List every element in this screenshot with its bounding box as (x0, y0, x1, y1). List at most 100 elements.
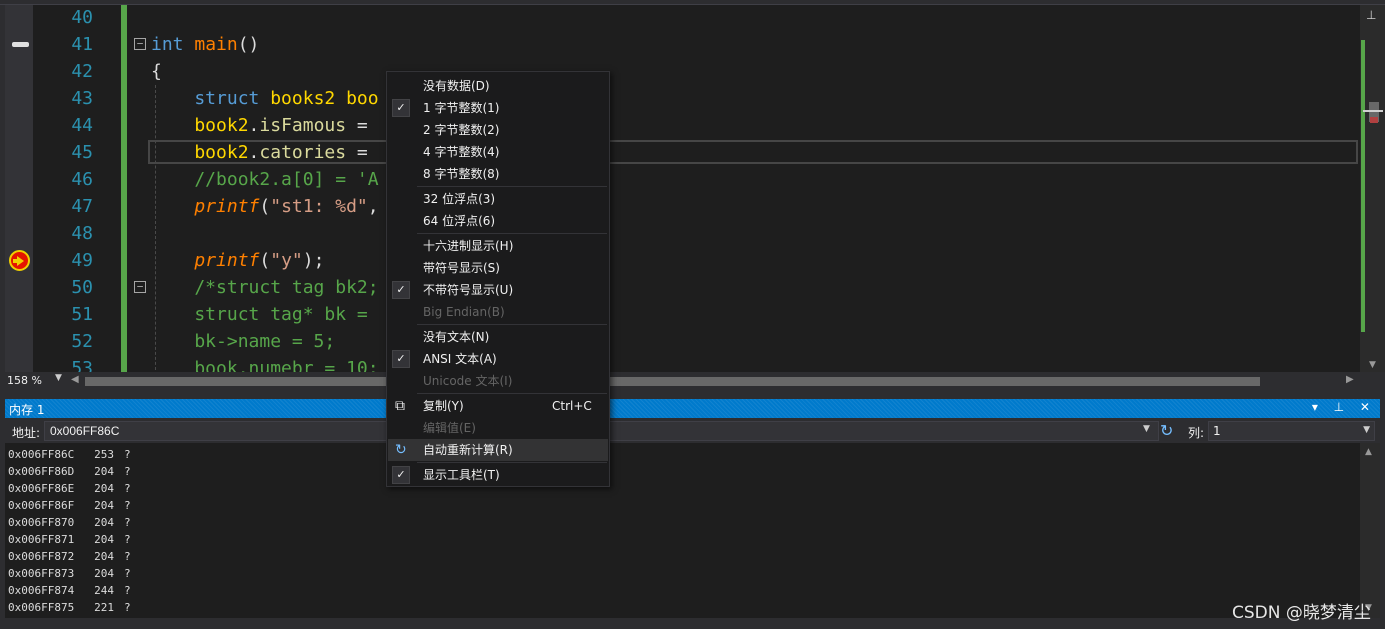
code-line[interactable]: struct books2 boo (151, 85, 378, 112)
memory-toolbar: 地址: 0x006FF86C ▼ ↻ 列: 1 ▼ (5, 420, 1380, 443)
code-token: book2 (151, 142, 249, 163)
memory-value[interactable]: 204 (90, 514, 114, 531)
memory-grid[interactable]: 0x006FF86C 253? 0x006FF86D 204? 0x006FF86E 20… (5, 443, 1360, 618)
code-line[interactable]: book2.isFamous = (151, 112, 367, 139)
menu-item[interactable]: ✓ ANSI 文本(A) (388, 348, 608, 370)
code-token: () (237, 34, 260, 55)
glyph-margin[interactable] (5, 5, 33, 372)
code-line[interactable]: printf("y"); (151, 247, 324, 274)
memory-value[interactable]: 244 (90, 582, 114, 599)
menu-item[interactable]: ↻ 自动重新计算(R) (388, 439, 608, 461)
memory-row[interactable]: 0x006FF870 204? (8, 514, 131, 531)
memory-char[interactable]: ? (124, 482, 131, 495)
memory-value[interactable]: 221 (90, 599, 114, 616)
window-controls[interactable]: ▾ ⊥ ✕ (1312, 400, 1376, 414)
menu-item-label: Unicode 文本(I) (423, 374, 513, 388)
memory-row[interactable]: 0x006FF875 221? (8, 599, 131, 616)
memory-row[interactable]: 0x006FF871 204? (8, 531, 131, 548)
line-numbers: 40 41 42 43 44 45 46 47 48 49 50 51 52 53 (33, 5, 93, 372)
chevron-down-icon[interactable]: ▼ (55, 373, 62, 383)
memory-char[interactable]: ? (124, 584, 131, 597)
chevron-down-icon[interactable]: ▼ (1143, 424, 1150, 434)
menu-item[interactable]: 带符号显示(S) (388, 257, 608, 279)
memory-value[interactable]: 253 (90, 446, 114, 463)
memory-row[interactable]: 0x006FF86E 204? (8, 480, 131, 497)
menu-item[interactable]: ✓ 不带符号显示(U) (388, 279, 608, 301)
collapse-toggle-icon[interactable]: − (134, 38, 146, 50)
memory-address: 0x006FF86E (8, 482, 75, 495)
code-line[interactable]: bk->name = 5; (151, 328, 335, 355)
menu-item[interactable]: 8 字节整数(8) (388, 163, 608, 185)
code-line[interactable]: book2.catories = (151, 139, 367, 166)
memory-value[interactable]: 204 (90, 463, 114, 480)
memory-char[interactable]: ? (124, 516, 131, 529)
menu-item-label: 显示工具栏(T) (423, 468, 500, 482)
code-line[interactable]: struct tag* bk = (151, 301, 367, 328)
memory-char[interactable]: ? (124, 567, 131, 580)
line-number: 44 (71, 115, 93, 136)
memory-row[interactable]: 0x006FF86C 253? (8, 446, 131, 463)
refresh-icon[interactable]: ↻ (1160, 421, 1173, 440)
code-line[interactable]: book.numebr = 10; (151, 355, 378, 372)
column-select[interactable]: 1 ▼ (1208, 421, 1375, 441)
scroll-down-arrow-icon[interactable]: ▼ (1369, 360, 1376, 370)
memory-window-titlebar[interactable]: 内存 1 ▾ ⊥ ✕ (5, 399, 1380, 418)
code-line[interactable]: printf("st1: %d", (151, 193, 378, 220)
column-value: 1 (1213, 424, 1221, 438)
horizontal-scroll-thumb[interactable] (85, 377, 1260, 386)
menu-item-label: 自动重新计算(R) (423, 443, 513, 457)
memory-char[interactable]: ? (124, 533, 131, 546)
memory-char[interactable]: ? (124, 465, 131, 478)
menu-item[interactable]: 4 字节整数(4) (388, 141, 608, 163)
code-token: bk->name = 5; (151, 331, 336, 352)
menu-item[interactable]: ⧉ 复制(Y) Ctrl+C (388, 395, 608, 417)
memory-value[interactable]: 204 (90, 548, 114, 565)
code-line[interactable]: { (151, 58, 162, 85)
memory-row[interactable]: 0x006FF872 204? (8, 548, 131, 565)
memory-char[interactable]: ? (124, 448, 131, 461)
line-number: 41 (71, 34, 93, 55)
menu-item: Big Endian(B) (388, 301, 608, 323)
editor-vertical-scrollbar[interactable]: ⊥ ▼ (1360, 5, 1385, 372)
address-value: 0x006FF86C (50, 424, 120, 438)
collapse-toggle-icon[interactable]: − (134, 281, 146, 293)
menu-item-label: 复制(Y) (423, 399, 464, 413)
menu-item-label: Big Endian(B) (423, 305, 505, 319)
code-token: int (151, 34, 195, 55)
menu-item[interactable]: 32 位浮点(3) (388, 188, 608, 210)
memory-vertical-scrollbar[interactable]: ▲ ▼ (1360, 443, 1380, 618)
scroll-up-arrow-icon[interactable]: ▲ (1365, 447, 1372, 457)
code-line[interactable]: //book2.a[0] = 'A (151, 166, 378, 193)
menu-item[interactable]: 没有文本(N) (388, 326, 608, 348)
code-token: book2 (151, 115, 249, 136)
scroll-left-arrow-icon[interactable]: ◀ (71, 374, 79, 385)
code-editor[interactable]: 40 41 42 43 44 45 46 47 48 49 50 51 52 53 − − int mai… (5, 5, 1360, 372)
memory-row[interactable]: 0x006FF86F 204? (8, 497, 131, 514)
code-line[interactable]: int main() (151, 31, 259, 58)
menu-item[interactable]: ✓ 显示工具栏(T) (388, 464, 608, 486)
zoom-level-select[interactable]: 158 % (7, 374, 55, 388)
memory-value[interactable]: 204 (90, 480, 114, 497)
menu-item[interactable]: 64 位浮点(6) (388, 210, 608, 232)
memory-row[interactable]: 0x006FF874 244? (8, 582, 131, 599)
code-token: books2 (270, 88, 347, 109)
memory-value[interactable]: 204 (90, 531, 114, 548)
checkmark-icon: ✓ (392, 99, 410, 117)
memory-char[interactable]: ? (124, 550, 131, 563)
memory-value[interactable]: 204 (90, 497, 114, 514)
menu-item[interactable]: 2 字节整数(2) (388, 119, 608, 141)
breakpoint-current-statement-icon[interactable] (9, 250, 30, 271)
memory-char[interactable]: ? (124, 601, 131, 614)
memory-value[interactable]: 204 (90, 565, 114, 582)
menu-item[interactable]: ✓ 1 字节整数(1) (388, 97, 608, 119)
split-window-icon[interactable]: ⊥ (1366, 8, 1376, 22)
memory-row[interactable]: 0x006FF873 204? (8, 565, 131, 582)
memory-row[interactable]: 0x006FF86D 204? (8, 463, 131, 480)
menu-item[interactable]: 没有数据(D) (388, 75, 608, 97)
line-number: 50 (71, 277, 93, 298)
scroll-right-arrow-icon[interactable]: ▶ (1346, 374, 1354, 385)
menu-item[interactable]: 十六进制显示(H) (388, 235, 608, 257)
column-label: 列: (1188, 426, 1205, 440)
code-line[interactable]: /*struct tag bk2; (151, 274, 378, 301)
memory-char[interactable]: ? (124, 499, 131, 512)
